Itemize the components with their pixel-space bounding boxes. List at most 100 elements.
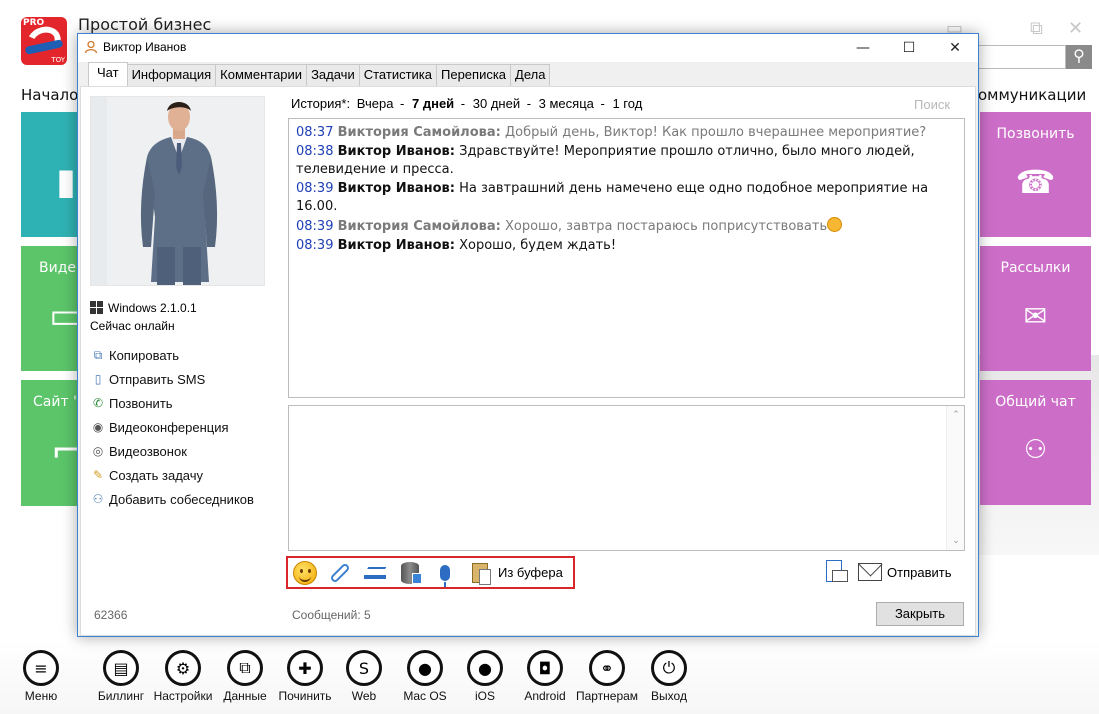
menu-icon: ≡ bbox=[23, 650, 59, 686]
compose-scrollbar[interactable]: ⌃ ⌄ bbox=[946, 406, 964, 550]
message-author: Виктория Самойлова: bbox=[337, 125, 501, 140]
history-30-days[interactable]: 30 дней bbox=[473, 96, 520, 111]
bottom-android[interactable]: ◘ Android bbox=[510, 650, 580, 703]
bottom-settings[interactable]: ⚙ Настройки bbox=[148, 650, 218, 703]
history-1-year[interactable]: 1 год bbox=[612, 96, 642, 111]
group-chat-icon: ⚇ bbox=[1023, 435, 1048, 465]
minimize-icon[interactable]: — bbox=[840, 34, 886, 62]
tile-video[interactable]: Виде ▭ bbox=[21, 246, 83, 371]
app-search-icon[interactable]: ⚲ bbox=[1066, 45, 1092, 69]
tile-group-chat[interactable]: Общий чат ⚇ bbox=[980, 380, 1091, 505]
maximize-icon[interactable]: ☐ bbox=[886, 34, 932, 62]
tab-tasks[interactable]: Задачи bbox=[306, 64, 360, 86]
web-icon: S bbox=[346, 650, 382, 686]
scroll-up-icon[interactable]: ⌃ bbox=[947, 410, 965, 420]
compose-toolbar: Из буфера bbox=[286, 556, 575, 589]
tab-info[interactable]: Информация bbox=[126, 64, 217, 86]
person-photo-graphic bbox=[91, 97, 264, 285]
nav-communications[interactable]: оммуникации bbox=[978, 86, 1086, 104]
contact-status: Сейчас онлайн bbox=[90, 319, 175, 333]
message-text: Хорошо, завтра постараюсь поприсутствова… bbox=[504, 219, 828, 234]
chat-message: 08:37 Виктория Самойлова: Добрый день, В… bbox=[296, 124, 957, 142]
scanner-icon bbox=[364, 567, 386, 579]
tile-icon: ▮ bbox=[56, 161, 76, 203]
message-time: 08:39 bbox=[296, 238, 334, 253]
repair-icon: ✚ bbox=[287, 650, 323, 686]
database-button[interactable] bbox=[397, 560, 423, 586]
paste-label[interactable]: Из буфера bbox=[498, 565, 563, 580]
history-yesterday[interactable]: Вчера bbox=[357, 96, 394, 111]
close-icon[interactable]: ✕ bbox=[932, 34, 978, 62]
action-videoconference[interactable]: ◉ Видеоконференция bbox=[90, 415, 254, 439]
tab-correspondence[interactable]: Переписка bbox=[436, 64, 512, 86]
compose-area: ⌃ ⌄ bbox=[288, 405, 965, 551]
paperclip-icon bbox=[329, 561, 351, 584]
action-add-participants[interactable]: ⚇ Добавить собеседников bbox=[90, 487, 254, 511]
tile-site[interactable]: Сайт " ⌐ bbox=[21, 380, 81, 506]
app-close-icon[interactable]: ✕ bbox=[1068, 18, 1083, 39]
videoconference-icon: ◉ bbox=[92, 420, 104, 434]
bottom-label: Android bbox=[524, 689, 566, 703]
emoji-button[interactable] bbox=[292, 560, 318, 586]
message-time: 08:37 bbox=[296, 125, 334, 140]
send-file-icon[interactable] bbox=[826, 560, 848, 584]
voice-button[interactable] bbox=[432, 560, 458, 587]
scan-button[interactable] bbox=[362, 560, 388, 586]
dialog-title: Виктор Иванов bbox=[103, 40, 187, 54]
scroll-down-icon[interactable]: ⌄ bbox=[947, 536, 965, 546]
app-logo: PRO TOY bbox=[21, 17, 67, 65]
app-search-input[interactable] bbox=[975, 45, 1066, 69]
chat-message: 08:39 Виктор Иванов: На завтрашний день … bbox=[296, 180, 957, 216]
windows-icon bbox=[90, 301, 104, 315]
action-label: Добавить собеседников bbox=[109, 491, 254, 507]
bottom-label: Меню bbox=[24, 689, 58, 703]
contact-os-version: Windows 2.1.0.1 bbox=[108, 301, 197, 315]
paste-clipboard-button[interactable] bbox=[467, 560, 493, 586]
message-author: Виктор Иванов: bbox=[337, 181, 455, 196]
action-label: Видеозвонок bbox=[109, 443, 187, 459]
message-author: Виктор Иванов: bbox=[337, 144, 455, 159]
tab-statistics[interactable]: Статистика bbox=[358, 64, 437, 86]
attach-button[interactable] bbox=[327, 560, 353, 586]
bottom-billing[interactable]: ▤ Биллинг bbox=[86, 650, 156, 703]
billing-icon: ▤ bbox=[103, 650, 139, 686]
action-create-task[interactable]: ✎ Создать задачу bbox=[90, 463, 254, 487]
smile-emoji-icon bbox=[827, 217, 843, 232]
webcam-icon: ◎ bbox=[92, 444, 104, 458]
task-icon: ✎ bbox=[92, 468, 104, 482]
logo-toy-text: TOY bbox=[51, 56, 65, 64]
chat-log[interactable]: 08:37 Виктория Самойлова: Добрый день, В… bbox=[288, 118, 965, 398]
settings-icon: ⚙ bbox=[165, 650, 201, 686]
tab-comments[interactable]: Комментарии bbox=[215, 64, 308, 86]
nav-home[interactable]: Начало bbox=[21, 86, 78, 104]
history-filter: История*: Вчера - 7 дней - 30 дней - 3 м… bbox=[291, 96, 643, 111]
mailing-icon: ✉ bbox=[1023, 299, 1048, 333]
send-button[interactable]: Отправить bbox=[887, 565, 951, 580]
apple-icon: ● bbox=[467, 650, 503, 686]
tile-mailing[interactable]: Рассылки ✉ bbox=[980, 246, 1091, 371]
bottom-menu[interactable]: ≡ Меню bbox=[6, 650, 76, 703]
tile-site-label: Сайт " bbox=[33, 394, 80, 410]
dialog-titlebar[interactable]: Виктор Иванов — ☐ ✕ bbox=[78, 34, 978, 62]
copy-icon: ⧉ bbox=[93, 347, 103, 362]
close-button[interactable]: Закрыть bbox=[876, 602, 964, 626]
action-copy[interactable]: ⧉ Копировать bbox=[90, 343, 254, 367]
action-send-sms[interactable]: ▯ Отправить SMS bbox=[90, 367, 254, 391]
tile-left-1[interactable]: ▮ bbox=[21, 112, 81, 237]
bottom-exit[interactable]: ⏻ Выход bbox=[634, 650, 704, 703]
tab-chat[interactable]: Чат bbox=[88, 62, 128, 86]
history-7-days[interactable]: 7 дней bbox=[412, 96, 454, 111]
envelope-icon[interactable] bbox=[858, 563, 882, 581]
bottom-partners[interactable]: ⚭ Партнерам bbox=[572, 650, 642, 703]
history-3-months[interactable]: 3 месяца bbox=[539, 96, 594, 111]
app-restore-icon[interactable]: ⧉ bbox=[1030, 18, 1043, 39]
action-videocall[interactable]: ◎ Видеозвонок bbox=[90, 439, 254, 463]
search-link[interactable]: Поиск bbox=[914, 97, 950, 112]
bottom-web[interactable]: S Web bbox=[329, 650, 399, 703]
messages-count: Сообщений: 5 bbox=[292, 608, 371, 622]
message-input[interactable] bbox=[289, 406, 946, 550]
tab-affairs[interactable]: Дела bbox=[510, 64, 551, 86]
tile-call[interactable]: Позвонить ☎ bbox=[980, 112, 1091, 237]
apple-icon: ● bbox=[407, 650, 443, 686]
action-call[interactable]: ✆ Позвонить bbox=[90, 391, 254, 415]
